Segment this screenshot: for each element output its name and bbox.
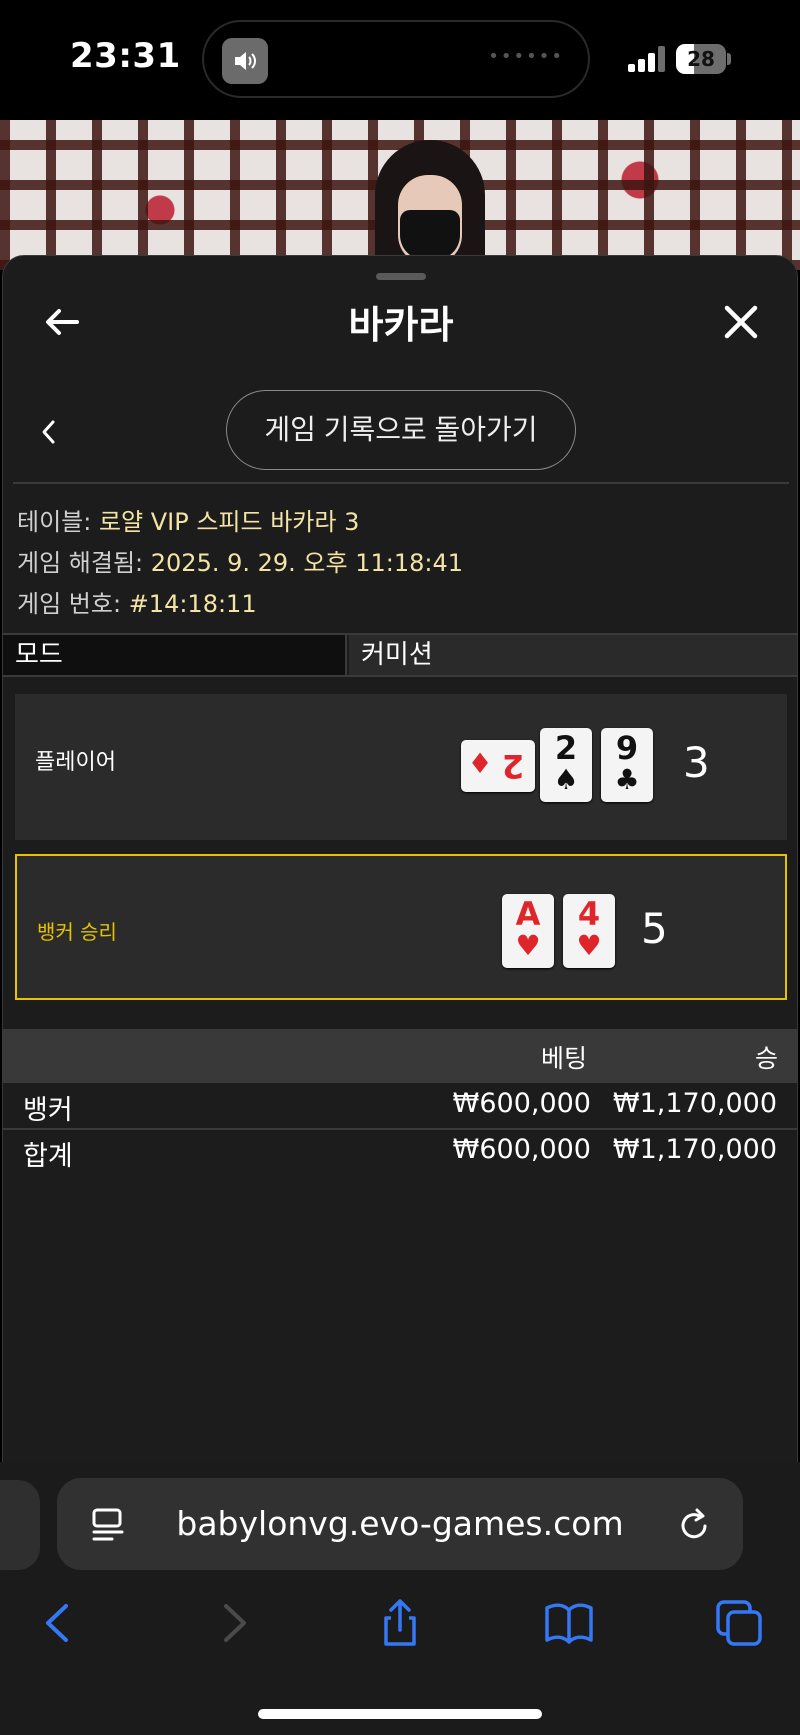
banker-card-2: 4 ♥ — [563, 894, 615, 968]
status-bar: 23:31 •••••• 28 — [0, 0, 800, 120]
return-to-history-button[interactable]: 게임 기록으로 돌아가기 — [226, 390, 576, 470]
info-game-number: 게임 번호: #14:18:11 — [17, 590, 257, 618]
mode-label: 모드 — [3, 635, 347, 675]
browser-forward-icon[interactable] — [208, 1598, 258, 1648]
dynamic-island: •••••• — [202, 20, 590, 98]
browser-toolbar: babylonvg.evo-games.com — [0, 1462, 800, 1735]
island-dots: •••••• — [488, 46, 564, 67]
share-icon[interactable] — [375, 1598, 425, 1648]
win-column-header: 승 — [755, 1044, 779, 1073]
url-text[interactable]: babylonvg.evo-games.com — [57, 1504, 743, 1543]
signal-icon — [628, 46, 666, 72]
sheet-title: 바카라 — [348, 303, 454, 347]
tabs-icon[interactable] — [714, 1598, 764, 1648]
info-table: 테이블: 로얄 VIP 스피드 바카라 3 — [17, 508, 360, 536]
banker-card-1: A ♥ — [502, 894, 554, 968]
table-row-total: 합계 ₩600,000 ₩1,170,000 — [3, 1134, 797, 1174]
banker-hand: 뱅커 승리 A ♥ 4 ♥ 5 — [15, 854, 787, 1000]
player-label: 플레이어 — [35, 750, 116, 775]
player-score: 3 — [683, 738, 710, 787]
player-card-1: 2 ♦ — [461, 740, 535, 792]
table-row: 뱅커 ₩600,000 ₩1,170,000 — [3, 1088, 797, 1128]
player-card-2: 2 ♠ — [540, 728, 592, 802]
row-win: ₩1,170,000 — [612, 1134, 777, 1165]
table-name: 로얄 VIP 스피드 바카라 3 — [98, 508, 360, 536]
banker-score: 5 — [641, 904, 668, 953]
sheet-grabber[interactable] — [376, 273, 426, 280]
banker-win-label: 뱅커 승리 — [37, 920, 117, 944]
row-name: 뱅커 — [23, 1095, 73, 1126]
row-win: ₩1,170,000 — [612, 1088, 777, 1119]
home-indicator — [258, 1709, 542, 1719]
bet-column-header: 베팅 — [541, 1044, 588, 1073]
row-bet: ₩600,000 — [452, 1088, 591, 1119]
divider — [13, 482, 789, 484]
resolved-time: 2025. 9. 29. 오후 11:18:41 — [150, 549, 464, 577]
chevron-left-icon[interactable] — [37, 416, 59, 448]
address-bar[interactable]: babylonvg.evo-games.com — [57, 1478, 743, 1570]
battery-level: 28 — [687, 47, 715, 71]
player-hand: 플레이어 2 ♦ 2 ♠ 9 ♣ 3 — [15, 694, 787, 840]
battery-icon: 28 — [676, 44, 726, 74]
bets-table-header: 베팅 승 — [3, 1029, 797, 1083]
row-divider — [3, 1128, 797, 1130]
row-name: 합계 — [23, 1141, 73, 1172]
browser-back-icon[interactable] — [34, 1598, 84, 1648]
live-video — [0, 120, 800, 270]
speaker-icon — [222, 38, 268, 84]
bookmarks-icon[interactable] — [544, 1598, 594, 1648]
previous-tab[interactable] — [0, 1480, 40, 1570]
game-number: #14:18:11 — [128, 590, 257, 618]
mode-row: 모드 커미션 — [3, 633, 797, 677]
reload-icon[interactable] — [677, 1504, 713, 1544]
mode-value: 커미션 — [349, 635, 797, 675]
game-history-sheet: 바카라 게임 기록으로 돌아가기 테이블: 로얄 VIP 스피드 바카라 3 게… — [2, 255, 798, 1465]
info-resolved: 게임 해결됨: 2025. 9. 29. 오후 11:18:41 — [17, 549, 464, 577]
row-bet: ₩600,000 — [452, 1134, 591, 1165]
status-time: 23:31 — [70, 36, 181, 76]
player-card-3: 9 ♣ — [601, 728, 653, 802]
close-icon[interactable] — [719, 300, 763, 344]
